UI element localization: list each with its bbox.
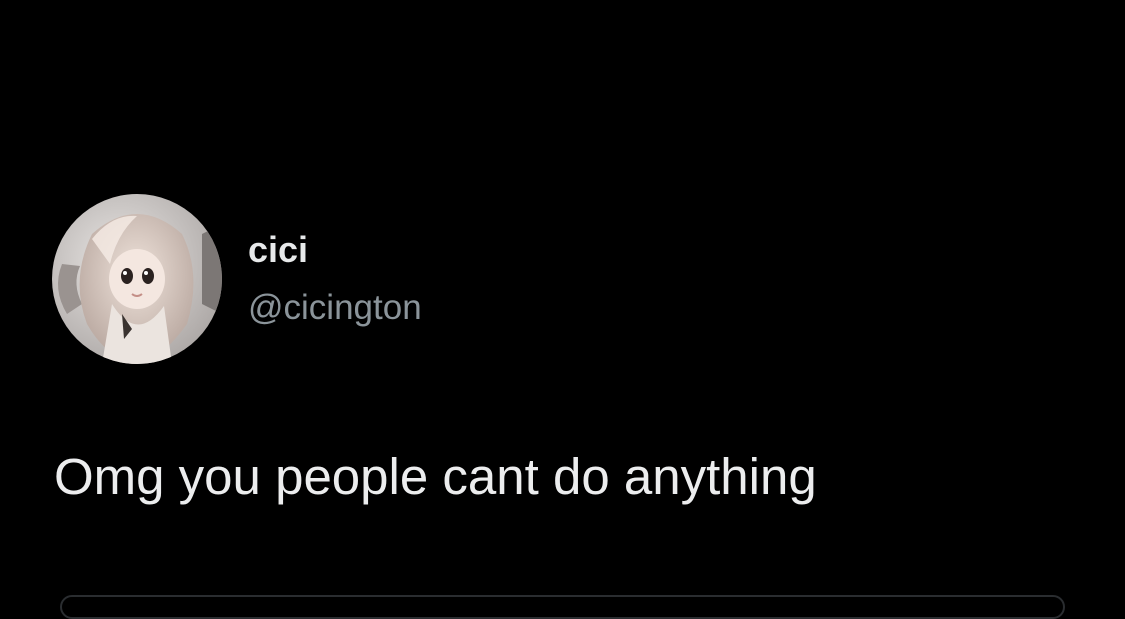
user-handle[interactable]: @cicington [248,286,422,330]
tweet-author: cici @cicington [52,194,422,364]
doll-avatar-icon [52,194,222,364]
display-name[interactable]: cici [248,228,422,272]
embedded-card-edge [60,595,1065,619]
avatar[interactable] [52,194,222,364]
tweet-text: Omg you people cant do anything [54,448,817,505]
tweet: cici @cicington Omg you people cant do a… [0,0,1125,619]
author-names: cici @cicington [248,194,422,364]
